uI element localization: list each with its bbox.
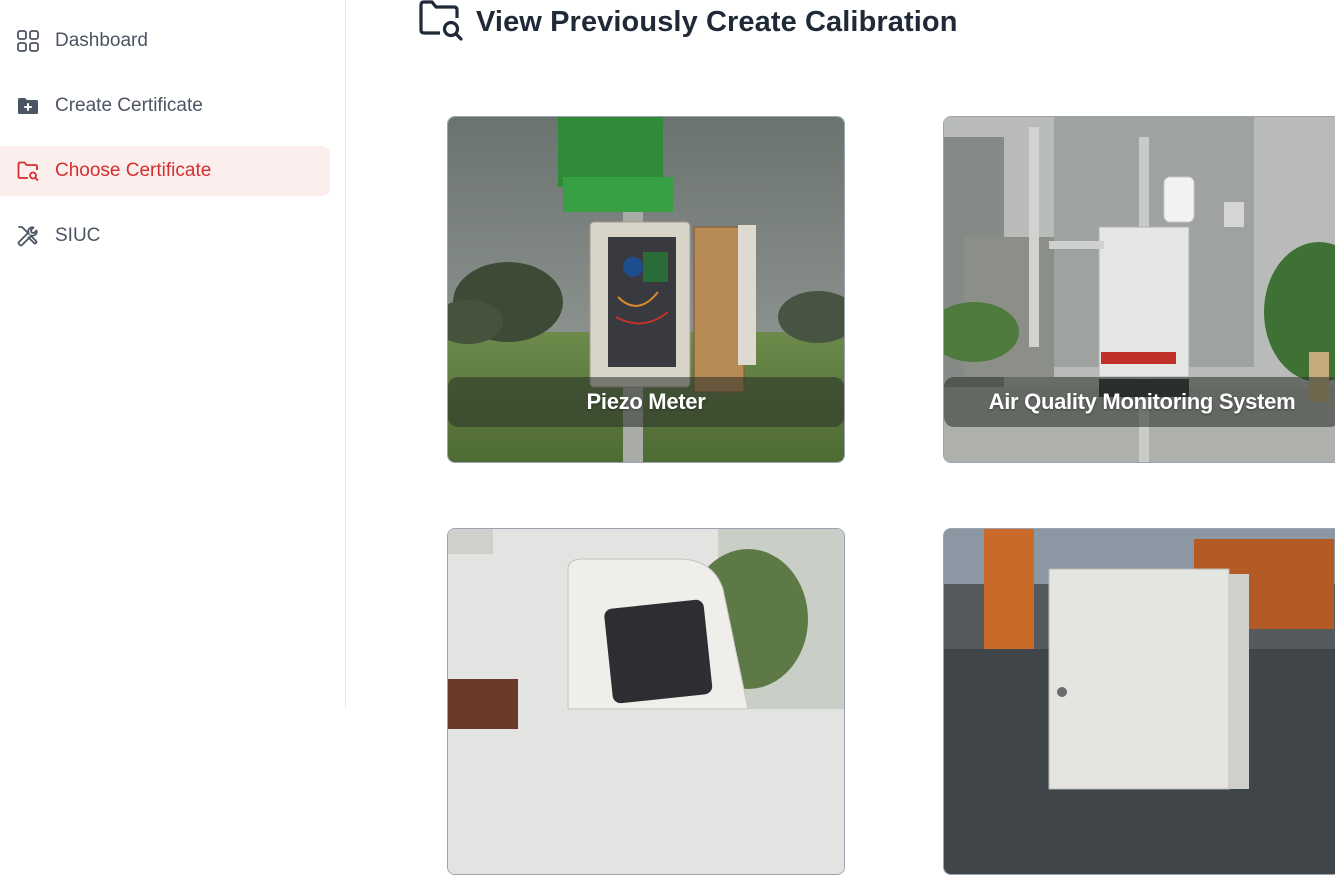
- page-header: View Previously Create Calibration: [418, 0, 958, 44]
- card-spm[interactable]: [943, 528, 1335, 875]
- tools-icon: [16, 224, 40, 248]
- folder-plus-icon: [16, 94, 40, 118]
- card-air-quality-monitoring-system[interactable]: Air Quality Monitoring System: [943, 116, 1335, 463]
- sidebar-item-label: Dashboard: [55, 30, 148, 51]
- card-caption: Air Quality Monitoring System: [944, 377, 1335, 427]
- sidebar-item-label: SIUC: [55, 225, 101, 246]
- card-indoor-air-quality[interactable]: [447, 528, 845, 875]
- sidebar-item-choose-certificate[interactable]: Choose Certificate: [0, 146, 330, 196]
- folder-search-icon: [418, 0, 464, 44]
- dashboard-grid-icon: [16, 29, 40, 53]
- sidebar-item-siuc[interactable]: SIUC: [0, 211, 330, 261]
- spm-cabinet-photo: [944, 529, 1335, 874]
- card-caption: Piezo Meter: [448, 377, 844, 427]
- page-title: View Previously Create Calibration: [476, 5, 958, 38]
- sidebar-item-label: Choose Certificate: [55, 160, 212, 181]
- sidebar-item-create-certificate[interactable]: Create Certificate: [0, 81, 330, 131]
- folder-search-icon: [16, 159, 40, 183]
- sidebar-item-dashboard[interactable]: Dashboard: [0, 16, 330, 66]
- card-piezo-meter[interactable]: Piezo Meter: [447, 116, 845, 463]
- iaq-device-photo: [448, 529, 844, 874]
- sidebar-item-label: Create Certificate: [55, 95, 203, 116]
- sidebar: Dashboard Create Certificate Choose Cert…: [0, 0, 346, 708]
